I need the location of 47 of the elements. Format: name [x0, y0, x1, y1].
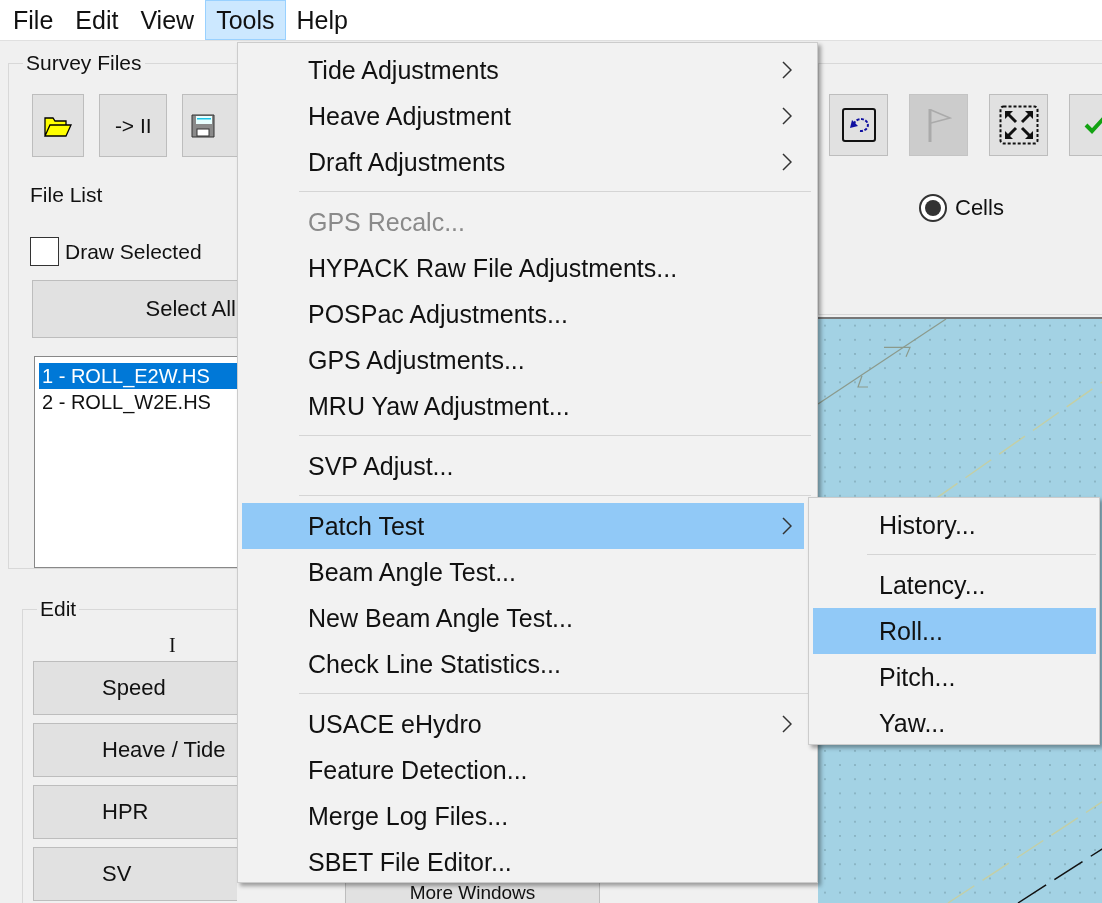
file-list-item[interactable]: 1 - ROLL_E2W.HS [39, 363, 237, 389]
draw-selected-checkbox[interactable] [30, 237, 59, 266]
zoom-extents-button[interactable] [989, 94, 1048, 156]
menu-item[interactable]: HYPACK Raw File Adjustments... [242, 245, 804, 291]
save-button[interactable] [182, 94, 237, 157]
menu-item[interactable]: Draft Adjustments [242, 139, 804, 185]
select-all-button[interactable]: Select All [32, 280, 237, 338]
file-list-label: File List [30, 183, 104, 207]
radio-label: Cells [955, 195, 1004, 221]
menu-item[interactable]: GPS Adjustments... [242, 337, 804, 383]
menu-bar-item[interactable]: Edit [64, 0, 130, 40]
edit-button[interactable]: SV [33, 847, 237, 901]
menu-bar-item[interactable]: Help [285, 0, 359, 40]
edit-button[interactable]: Speed [33, 661, 237, 715]
menu-bar-item[interactable]: View [129, 0, 206, 40]
open-button[interactable] [32, 94, 85, 157]
menu-item[interactable]: Heave Adjustment [242, 93, 804, 139]
menu-item[interactable]: History... [813, 502, 1096, 548]
menu-item[interactable]: New Beam Angle Test... [242, 595, 804, 641]
menu-item[interactable]: MRU Yaw Adjustment... [242, 383, 804, 429]
menu-item[interactable]: Roll... [813, 608, 1096, 654]
column-label: I [169, 634, 176, 657]
menu-item[interactable]: Patch Test [242, 503, 804, 549]
skip-button[interactable]: -> II [99, 94, 168, 157]
edit-button[interactable]: HPR [33, 785, 237, 839]
file-list-item[interactable]: 2 - ROLL_W2E.HS [39, 389, 237, 415]
menu-item[interactable]: Pitch... [813, 654, 1096, 700]
cells-radio-button[interactable] [919, 194, 947, 222]
menu-item[interactable]: Beam Angle Test... [242, 549, 804, 595]
menu-bar-item[interactable]: Tools [205, 0, 286, 40]
checkmark-icon [1084, 116, 1102, 134]
menu-item[interactable]: Merge Log Files... [242, 793, 804, 839]
menu-item[interactable]: Latency... [813, 562, 1096, 608]
menu-item[interactable]: SVP Adjust... [242, 443, 804, 489]
undo-icon [841, 108, 876, 142]
edit-button[interactable]: Heave / Tide [33, 723, 237, 777]
undo-button[interactable] [829, 94, 888, 156]
menu-item[interactable]: USACE eHydro [242, 701, 804, 747]
menu-item[interactable]: Check Line Statistics... [242, 641, 804, 687]
expand-arrows-icon [998, 105, 1039, 145]
menu-bar-item[interactable]: File [2, 0, 65, 40]
menu-item[interactable]: Tide Adjustments [242, 47, 804, 93]
menu-item[interactable]: Feature Detection... [242, 747, 804, 793]
menu-item[interactable]: POSPac Adjustments... [242, 291, 804, 337]
folder-icon [44, 114, 73, 137]
checkbox-label: Draw Selected [65, 239, 202, 264]
menu-item[interactable]: Yaw... [813, 700, 1096, 746]
